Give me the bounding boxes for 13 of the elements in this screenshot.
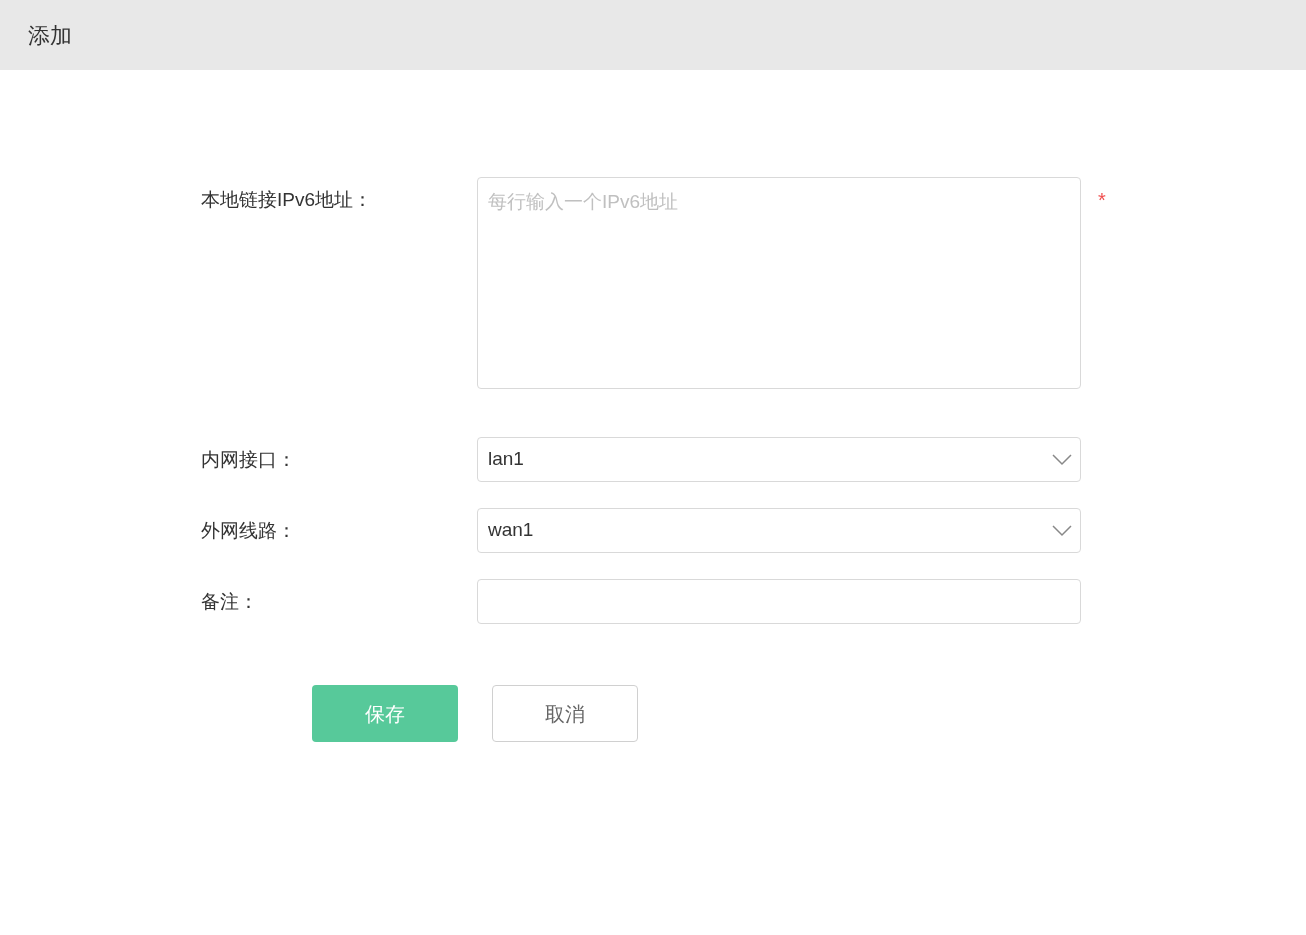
cancel-button[interactable]: 取消 — [492, 685, 638, 742]
chevron-down-icon — [1052, 453, 1072, 466]
field-label: 内网接口： — [201, 448, 297, 472]
page-title: 添加 — [28, 21, 72, 50]
note-field[interactable] — [477, 579, 1081, 624]
required-asterisk: * — [1098, 188, 1106, 213]
select-field[interactable]: wan1 — [477, 508, 1081, 553]
select-field[interactable]: lan1 — [477, 437, 1081, 482]
chevron-down-icon — [1052, 524, 1072, 537]
field-label: 外网线路： — [201, 519, 297, 543]
field-label: 备注： — [201, 590, 259, 614]
ipv6-address-field[interactable]: 每行输入一个IPv6地址 — [477, 177, 1081, 389]
field-label: 本地链接IPv6地址： — [201, 188, 374, 212]
